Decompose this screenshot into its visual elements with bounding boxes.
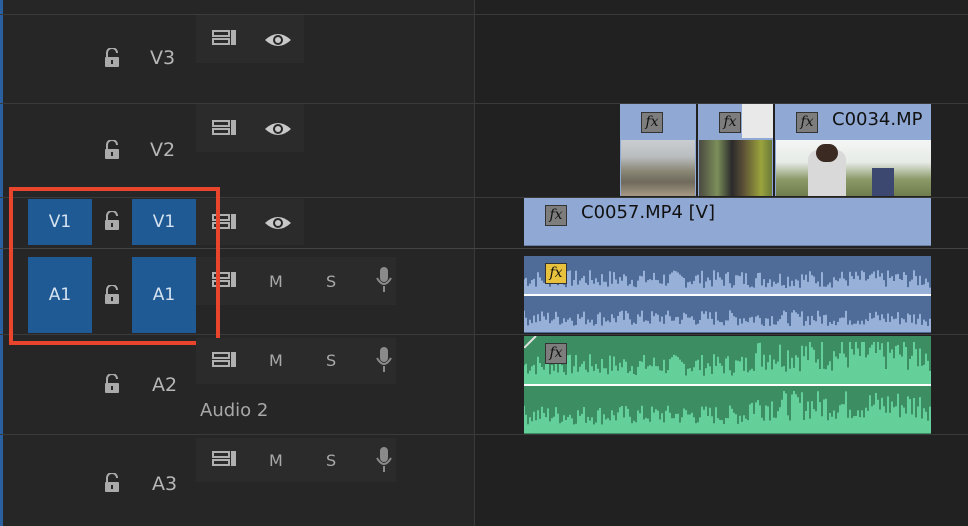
lock-icon[interactable] bbox=[103, 140, 121, 160]
sync-lock-icon[interactable] bbox=[212, 28, 238, 48]
clip-thumbnail-strip bbox=[742, 104, 773, 138]
highlight-box bbox=[9, 187, 220, 345]
lock-icon[interactable] bbox=[103, 473, 121, 493]
track-name-audio-2: Audio 2 bbox=[200, 400, 269, 421]
microphone-icon[interactable] bbox=[376, 266, 392, 294]
track-label-a3[interactable]: A3 bbox=[152, 473, 177, 495]
microphone-icon[interactable] bbox=[376, 346, 392, 374]
fx-badge[interactable]: fx bbox=[796, 112, 818, 133]
channel-divider bbox=[524, 384, 931, 386]
mute-button[interactable]: M bbox=[269, 451, 283, 470]
mute-button[interactable]: M bbox=[269, 272, 283, 291]
video-clip-v2-b[interactable]: fx bbox=[698, 104, 773, 196]
sync-lock-icon[interactable] bbox=[212, 449, 238, 469]
video-clip-c0034[interactable]: fx C0034.MP bbox=[775, 104, 931, 196]
video-clip-c0057[interactable]: fx C0057.MP4 [V] bbox=[524, 198, 931, 246]
fx-badge[interactable]: fx bbox=[545, 205, 567, 226]
clip-name: C0034.MP bbox=[832, 109, 923, 130]
track-label-v3[interactable]: V3 bbox=[150, 47, 175, 69]
fx-badge[interactable]: fx bbox=[545, 263, 567, 284]
clip-thumbnail bbox=[776, 140, 931, 196]
solo-button[interactable]: S bbox=[326, 351, 336, 370]
lock-icon[interactable] bbox=[103, 374, 121, 394]
lock-icon[interactable] bbox=[103, 48, 121, 68]
clip-thumbnail bbox=[699, 140, 772, 196]
eye-icon[interactable] bbox=[264, 31, 292, 49]
fx-badge[interactable]: fx bbox=[641, 112, 663, 133]
channel-divider bbox=[524, 294, 931, 296]
row-divider bbox=[0, 434, 968, 435]
sync-lock-icon[interactable] bbox=[212, 118, 238, 138]
track-label-a2[interactable]: A2 bbox=[152, 374, 177, 396]
microphone-icon[interactable] bbox=[376, 446, 392, 474]
fx-badge[interactable]: fx bbox=[545, 343, 567, 364]
solo-button[interactable]: S bbox=[326, 272, 336, 291]
eye-icon[interactable] bbox=[264, 120, 292, 138]
fx-badge[interactable]: fx bbox=[719, 112, 741, 133]
sync-lock-icon[interactable] bbox=[212, 350, 238, 370]
eye-icon[interactable] bbox=[264, 214, 292, 232]
mute-button[interactable]: M bbox=[269, 351, 283, 370]
video-clip-v2-a[interactable]: fx bbox=[620, 104, 696, 196]
solo-button[interactable]: S bbox=[326, 451, 336, 470]
track-label-v2[interactable]: V2 bbox=[150, 139, 175, 161]
row-divider bbox=[0, 14, 968, 15]
audio-clip-a1[interactable]: fx bbox=[524, 256, 931, 333]
clip-name: C0057.MP4 [V] bbox=[581, 202, 716, 223]
transition-corner-icon bbox=[524, 336, 537, 348]
clip-thumbnail bbox=[621, 140, 695, 196]
audio-clip-a2[interactable]: fx bbox=[524, 336, 931, 434]
